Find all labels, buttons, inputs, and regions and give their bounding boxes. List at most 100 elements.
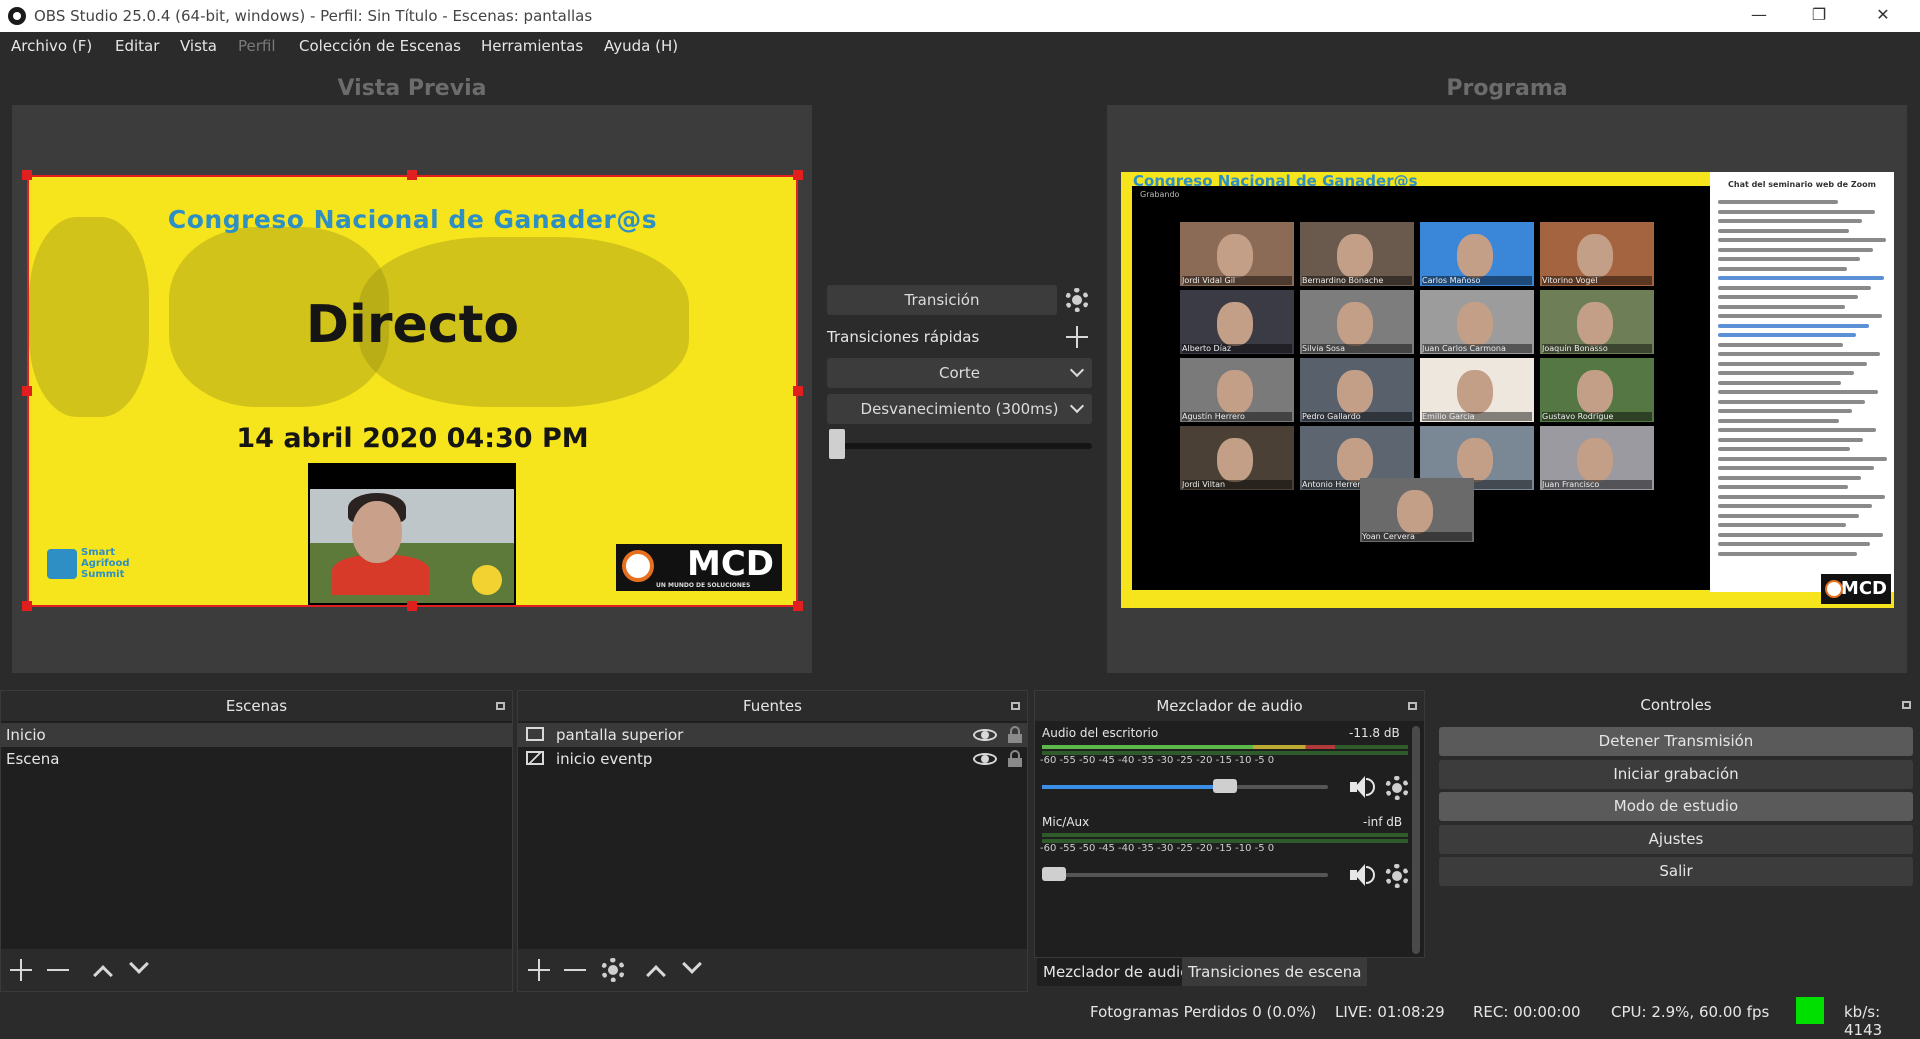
move-source-up-icon[interactable] [646,965,666,985]
resize-handle[interactable] [407,601,417,611]
exit-button[interactable]: Salir [1439,857,1913,886]
channel-settings-gear-icon[interactable] [1385,864,1409,888]
source-item-inicio-eventp[interactable]: inicio eventp [518,747,1027,771]
minimize-button[interactable]: — [1736,0,1782,32]
scene-item-escena[interactable]: Escena [1,747,512,771]
undock-icon[interactable] [1902,701,1911,709]
move-scene-down-icon[interactable] [129,954,149,974]
chat-text-line [1718,371,1854,375]
chevron-down-icon [1069,362,1085,378]
resize-handle[interactable] [22,386,32,396]
preview-canvas[interactable]: Congreso Nacional de Ganader@s Directo 1… [27,175,798,607]
chat-text-line [1718,257,1860,261]
resize-handle[interactable] [793,170,803,180]
resize-handle[interactable] [22,601,32,611]
level-meter-bg [1042,833,1408,837]
menu-perfil[interactable]: Perfil [238,37,276,55]
menu-editar[interactable]: Editar [115,37,159,55]
participant-name: Agustín Herrero [1182,412,1292,421]
remove-scene-minus-icon[interactable] [47,959,69,981]
add-quick-transition-plus-icon[interactable] [1066,326,1088,348]
cut-transition-select[interactable]: Corte [827,358,1092,388]
fade-transition-select[interactable]: Desvanecimiento (300ms) [827,394,1092,424]
stop-streaming-button[interactable]: Detener Transmisión [1439,727,1913,756]
close-button[interactable]: ✕ [1860,0,1906,32]
mcd-logo: MCD [1821,574,1891,604]
mixer-scrollbar[interactable] [1412,726,1420,954]
participant-tile: Joaquín Bonasso [1540,290,1654,354]
participant-name: Pedro Gallardo [1302,412,1412,421]
undock-icon[interactable] [1408,702,1417,710]
chat-text-line [1718,504,1872,508]
tab-scene-transitions[interactable]: Transiciones de escena [1182,958,1368,986]
add-source-plus-icon[interactable] [528,959,550,981]
mcd-logo-text: MCD [1840,578,1887,599]
volume-slider-track[interactable] [1042,873,1328,877]
source-item-pantalla-superior[interactable]: pantalla superior [518,723,1027,747]
volume-slider-handle[interactable] [1042,867,1066,881]
program-canvas: Congreso Nacional de Ganader@s Grabando … [1121,172,1894,608]
channel-name: Mic/Aux [1042,815,1090,829]
participant-video [1457,302,1493,346]
resize-handle[interactable] [793,601,803,611]
add-scene-plus-icon[interactable] [10,959,32,981]
tbar-track[interactable] [829,443,1092,449]
menu-coleccion-escenas[interactable]: Colección de Escenas [299,37,461,55]
sources-title: Fuentes [518,691,1027,721]
participant-name: Alberto Díaz [1182,344,1292,353]
channel-settings-gear-icon[interactable] [1385,776,1409,800]
sources-dock: Fuentes pantalla superior inicio eventp [517,690,1028,992]
maximize-button[interactable]: ❐ [1796,0,1842,32]
menu-archivo[interactable]: Archivo (F) [11,37,92,55]
chat-text-line [1718,219,1862,223]
lock-icon[interactable] [1008,750,1022,767]
chat-text-line [1718,485,1848,489]
menu-ayuda[interactable]: Ayuda (H) [604,37,678,55]
studio-mode-button[interactable]: Modo de estudio [1439,792,1913,821]
move-source-down-icon[interactable] [682,954,702,974]
scenes-toolbar [1,949,512,991]
chat-text-line [1718,409,1852,413]
settings-button[interactable]: Ajustes [1439,825,1913,854]
fade-label: Desvanecimiento (300ms) [860,400,1059,418]
visibility-eye-icon[interactable] [973,727,997,743]
speaker-icon[interactable] [1350,862,1376,888]
chat-text-line [1718,456,1887,461]
participant-video [1457,370,1493,414]
scene-item-inicio[interactable]: Inicio [1,723,512,747]
volume-slider-handle[interactable] [1213,779,1238,793]
resize-handle[interactable] [407,170,417,180]
remove-source-minus-icon[interactable] [564,959,586,981]
tbar-handle[interactable] [829,429,845,459]
dropped-frames: Fotogramas Perdidos 0 (0.0%) [1090,1003,1317,1021]
source-properties-gear-icon[interactable] [601,958,625,982]
menu-vista[interactable]: Vista [180,37,217,55]
mcd-logo-text: MCD [686,544,774,584]
scenes-title: Escenas [1,691,512,721]
speaker-icon[interactable] [1350,774,1376,800]
start-recording-button[interactable]: Iniciar grabación [1439,760,1913,789]
participant-tile: Agustín Herrero [1180,358,1294,422]
resize-handle[interactable] [793,386,803,396]
undock-icon[interactable] [496,702,505,710]
transition-settings-gear-icon[interactable] [1065,288,1089,312]
resize-handle[interactable] [22,170,32,180]
chevron-down-icon [1069,398,1085,414]
participant-name: Juan Francisco [1542,480,1652,489]
chat-text-line [1718,551,1857,556]
chat-text-line [1718,380,1841,385]
lock-icon[interactable] [1008,726,1022,743]
chat-text-line [1718,323,1869,328]
visibility-eye-icon[interactable] [973,751,997,767]
menu-herramientas[interactable]: Herramientas [481,37,583,55]
participant-name: Jordi Vidal Gil [1182,276,1292,285]
chat-text-line [1718,466,1874,470]
chat-text-line [1718,304,1845,309]
participant-tile: Bernardino Bonache [1300,222,1414,286]
undock-icon[interactable] [1011,702,1020,710]
move-scene-up-icon[interactable] [93,965,113,985]
source-label: inicio eventp [556,750,653,768]
volume-slider-track[interactable] [1042,785,1328,789]
tab-audio-mixer[interactable]: Mezclador de audio [1037,958,1196,986]
transition-button[interactable]: Transición [827,285,1057,315]
